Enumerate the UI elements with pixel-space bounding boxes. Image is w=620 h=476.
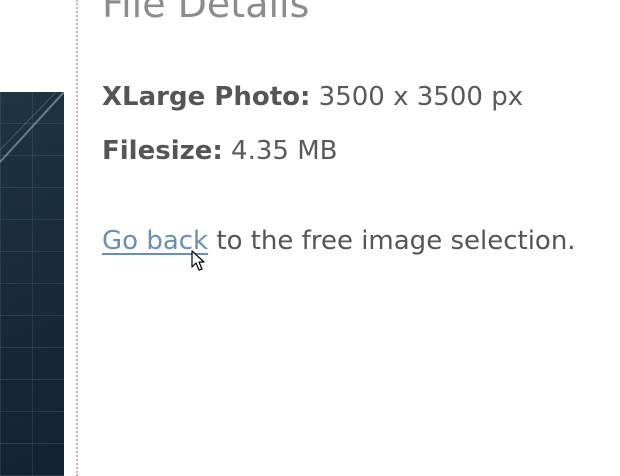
photo-size-row: XLarge Photo: 3500 x 3500 px <box>102 82 523 112</box>
hand-pointer-cursor-icon <box>191 250 205 271</box>
back-sentence: Go back to the free image selection. <box>102 226 576 256</box>
photo-preview <box>0 92 64 476</box>
filesize-label: Filesize: <box>102 136 223 166</box>
filesize-value: 4.35 MB <box>231 136 338 166</box>
photo-size-label: XLarge Photo: <box>102 82 311 112</box>
back-sentence-suffix: to the free image selection. <box>208 226 576 256</box>
photo-preview-lines <box>0 92 64 163</box>
dotted-divider <box>76 0 78 476</box>
photo-size-value: 3500 x 3500 px <box>318 82 524 112</box>
filesize-row: Filesize: 4.35 MB <box>102 136 337 166</box>
page-title: File Details <box>102 0 310 26</box>
